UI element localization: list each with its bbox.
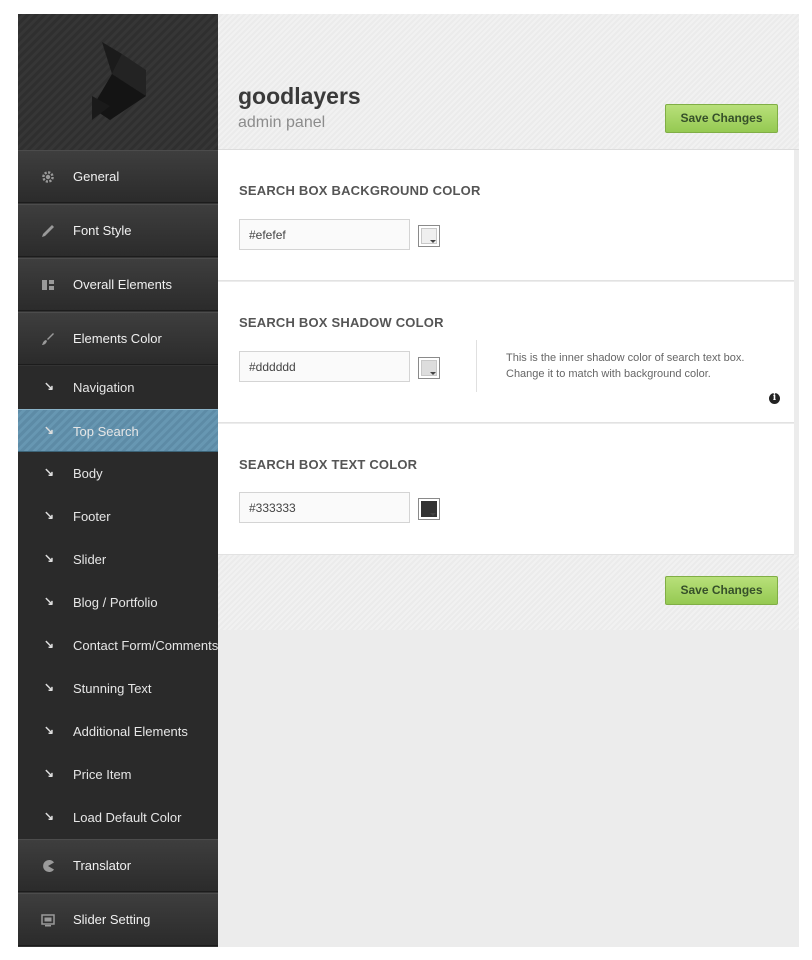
section-search-box-shadow-color: SEARCH BOX SHADOW COLOR This is the inne… [218, 282, 794, 423]
sidebar-item-label: Font Style [73, 223, 132, 238]
brand-subtitle: admin panel [238, 114, 326, 131]
arrow-down-right-icon: ↘ [44, 723, 55, 737]
arrow-down-right-icon: ↘ [44, 465, 55, 479]
sidebar-subitem-label: Load Default Color [73, 810, 182, 825]
search-box-background-color-input[interactable] [239, 219, 410, 250]
sidebar-subitem-contact-form-comments[interactable]: ↘ Contact Form/Comments [18, 624, 218, 667]
sidebar-subitem-label: Blog / Portfolio [73, 595, 158, 610]
swatch-fill [421, 360, 437, 376]
search-box-text-color-input[interactable] [239, 492, 410, 523]
arrow-down-right-icon: ↘ [44, 766, 55, 780]
sidebar-subitem-stunning-text[interactable]: ↘ Stunning Text [18, 667, 218, 710]
sidebar-subitem-slider[interactable]: ↘ Slider [18, 538, 218, 581]
layout-icon [40, 277, 56, 293]
sidebar-item-translator[interactable]: Translator [18, 839, 218, 892]
color-picker-swatch[interactable] [418, 225, 440, 247]
info-icon[interactable]: i [769, 393, 780, 404]
main-content: goodlayers admin panel Save Changes SEAR… [218, 14, 799, 947]
elements-color-submenu: ↘ Navigation ↘ Top Search ↘ Body ↘ Foote… [18, 366, 218, 839]
sidebar-subitem-label: Body [73, 466, 103, 481]
save-button-bottom[interactable]: Save Changes [665, 576, 778, 605]
arrow-down-right-icon: ↘ [44, 379, 55, 393]
arrow-down-right-icon: ↘ [44, 508, 55, 522]
save-button-top[interactable]: Save Changes [665, 104, 778, 133]
sidebar-item-label: General [73, 169, 120, 184]
sidebar-subitem-blog-portfolio[interactable]: ↘ Blog / Portfolio [18, 581, 218, 624]
sidebar-subitem-price-item[interactable]: ↘ Price Item [18, 753, 218, 796]
sidebar-subitem-label: Footer [73, 509, 111, 524]
sidebar-item-label: Translator [73, 858, 132, 873]
sidebar-subitem-navigation[interactable]: ↘ Navigation [18, 366, 218, 409]
brush-icon [40, 331, 56, 347]
section-title: SEARCH BOX BACKGROUND COLOR [239, 183, 481, 198]
sidebar-subitem-load-default-color[interactable]: ↘ Load Default Color [18, 796, 218, 839]
arrow-down-right-icon: ↘ [44, 594, 55, 608]
sidebar-subitem-label: Navigation [73, 380, 135, 395]
section-title: SEARCH BOX SHADOW COLOR [239, 315, 444, 330]
arrow-down-right-icon: ↘ [44, 680, 55, 694]
arrow-down-right-icon: ↘ [44, 809, 55, 823]
slides-icon [40, 912, 56, 928]
sidebar-item-label: Elements Color [73, 331, 162, 346]
section-search-box-text-color: SEARCH BOX TEXT COLOR [218, 424, 794, 555]
arrow-down-right-icon: ↘ [44, 423, 55, 437]
sidebar-subitem-additional-elements[interactable]: ↘ Additional Elements [18, 710, 218, 753]
color-picker-swatch[interactable] [418, 357, 440, 379]
brand-title: goodlayers [238, 83, 361, 109]
sidebar-item-label: Overall Elements [73, 277, 172, 292]
sidebar-item-elements-color[interactable]: Elements Color [18, 312, 218, 365]
sidebar-item-font-style[interactable]: Font Style [18, 204, 218, 257]
search-box-shadow-color-input[interactable] [239, 351, 410, 382]
logo-area [18, 14, 218, 151]
sidebar-subitem-label: Additional Elements [73, 724, 188, 739]
header: goodlayers admin panel Save Changes [218, 14, 799, 150]
sidebar-subitem-top-search[interactable]: ↘ Top Search [18, 409, 218, 452]
sidebar-subitem-label: Price Item [73, 767, 132, 782]
sidebar-subitem-footer[interactable]: ↘ Footer [18, 495, 218, 538]
pacman-icon [40, 858, 56, 874]
arrow-down-right-icon: ↘ [44, 637, 55, 651]
gear-icon [40, 169, 56, 185]
goodlayers-logo [92, 42, 146, 120]
swatch-fill [421, 501, 437, 517]
sidebar-subitem-body[interactable]: ↘ Body [18, 452, 218, 495]
section-title: SEARCH BOX TEXT COLOR [239, 457, 418, 472]
swatch-fill [421, 228, 437, 244]
footer-actions: Save Changes [218, 555, 799, 630]
sidebar-item-general[interactable]: General [18, 150, 218, 203]
sidebar: General Font Style Overall Elements Elem… [18, 14, 218, 947]
sidebar-subitem-label: Top Search [73, 424, 139, 439]
sidebar-subitem-label: Slider [73, 552, 107, 567]
sidebar-subitem-label: Stunning Text [73, 681, 152, 696]
arrow-down-right-icon: ↘ [44, 551, 55, 565]
field-description: This is the inner shadow color of search… [506, 352, 745, 380]
admin-panel: General Font Style Overall Elements Elem… [18, 14, 799, 947]
sidebar-item-label: Slider Setting [73, 912, 151, 927]
pencil-icon [40, 223, 56, 239]
color-picker-swatch[interactable] [418, 498, 440, 520]
sidebar-item-overall-elements[interactable]: Overall Elements [18, 258, 218, 311]
sidebar-item-slider-setting[interactable]: Slider Setting [18, 893, 218, 946]
description-divider [476, 340, 477, 392]
section-search-box-background-color: SEARCH BOX BACKGROUND COLOR [218, 150, 794, 281]
sidebar-subitem-label: Contact Form/Comments [73, 638, 219, 653]
